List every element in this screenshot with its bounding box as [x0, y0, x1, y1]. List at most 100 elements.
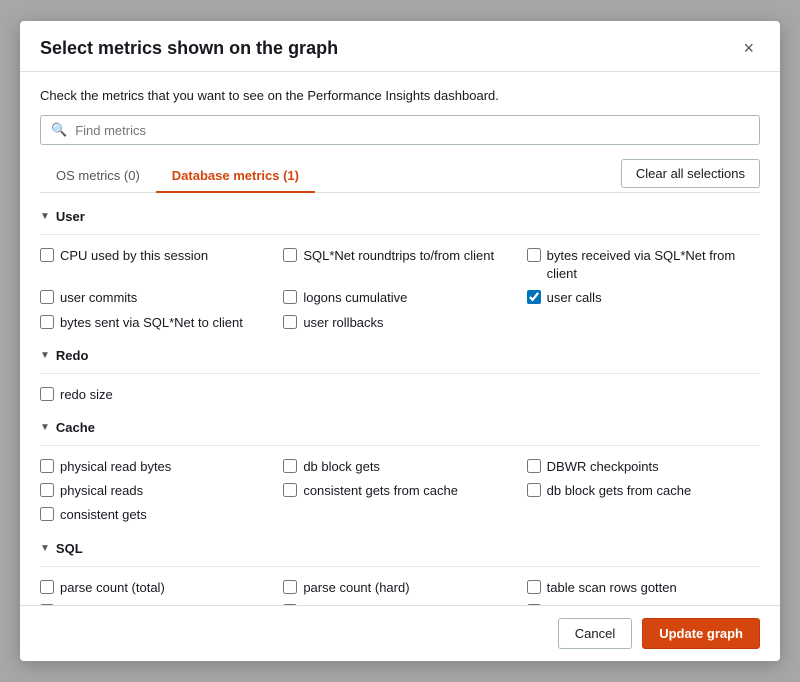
modal-footer: Cancel Update graph	[20, 605, 780, 661]
section-cache-header[interactable]: ▼ Cache	[40, 420, 760, 435]
checkbox-db-block-gets[interactable]	[283, 459, 297, 473]
update-graph-button[interactable]: Update graph	[642, 618, 760, 649]
metric-user-commits[interactable]: user commits	[40, 289, 273, 307]
sql-metrics-grid: parse count (total) parse count (hard) t…	[40, 579, 760, 606]
section-divider	[40, 234, 760, 235]
metric-user-rollbacks[interactable]: user rollbacks	[283, 314, 516, 332]
metric-bytes-received[interactable]: bytes received via SQL*Net from client	[527, 247, 760, 283]
modal-dialog: Select metrics shown on the graph × Chec…	[20, 21, 780, 661]
tab-database-metrics[interactable]: Database metrics (1)	[156, 160, 315, 193]
metric-label-user-calls: user calls	[547, 289, 602, 307]
modal-overlay: Select metrics shown on the graph × Chec…	[0, 0, 800, 682]
checkbox-redo-size[interactable]	[40, 387, 54, 401]
metric-dbwr-checkpoints[interactable]: DBWR checkpoints	[527, 458, 760, 476]
section-redo: ▼ Redo redo size	[40, 348, 760, 404]
metric-label-dbwr-checkpoints: DBWR checkpoints	[547, 458, 659, 476]
section-user: ▼ User CPU used by this session SQL*Net …	[40, 209, 760, 332]
metric-physical-read-bytes[interactable]: physical read bytes	[40, 458, 273, 476]
section-cache-divider	[40, 445, 760, 446]
section-redo-divider	[40, 373, 760, 374]
checkbox-consistent-gets-cache[interactable]	[283, 483, 297, 497]
redo-metrics-grid: redo size	[40, 386, 760, 404]
metric-label-parse-count-total: parse count (total)	[60, 579, 165, 597]
metric-label-bytes-received: bytes received via SQL*Net from client	[547, 247, 760, 283]
cache-metrics-grid: physical read bytes db block gets DBWR c…	[40, 458, 760, 525]
metric-label-user-rollbacks: user rollbacks	[303, 314, 383, 332]
tab-os-metrics[interactable]: OS metrics (0)	[40, 160, 156, 193]
metric-label-bytes-sent: bytes sent via SQL*Net to client	[60, 314, 243, 332]
metric-db-block-gets-cache[interactable]: db block gets from cache	[527, 482, 760, 500]
section-redo-title: Redo	[56, 348, 89, 363]
metric-logons-cumulative[interactable]: logons cumulative	[283, 289, 516, 307]
checkbox-logons-cumulative[interactable]	[283, 290, 297, 304]
metric-label-sqlnet-roundtrips: SQL*Net roundtrips to/from client	[303, 247, 494, 265]
checkbox-parse-count-total[interactable]	[40, 580, 54, 594]
metric-bytes-sent[interactable]: bytes sent via SQL*Net to client	[40, 314, 273, 332]
checkbox-cpu-session[interactable]	[40, 248, 54, 262]
section-user-header[interactable]: ▼ User	[40, 209, 760, 224]
section-sql-divider	[40, 566, 760, 567]
section-user-title: User	[56, 209, 85, 224]
metric-redo-size[interactable]: redo size	[40, 386, 273, 404]
metric-label-redo-size: redo size	[60, 386, 113, 404]
metric-label-table-scan-rows: table scan rows gotten	[547, 579, 677, 597]
empty-cell	[527, 314, 760, 332]
metric-label-consistent-gets-cache: consistent gets from cache	[303, 482, 458, 500]
checkbox-parse-count-hard[interactable]	[283, 580, 297, 594]
metric-label-physical-read-bytes: physical read bytes	[60, 458, 171, 476]
metric-label-cpu-session: CPU used by this session	[60, 247, 208, 265]
user-metrics-grid: CPU used by this session SQL*Net roundtr…	[40, 247, 760, 332]
checkbox-physical-reads[interactable]	[40, 483, 54, 497]
metric-sqlnet-roundtrips[interactable]: SQL*Net roundtrips to/from client	[283, 247, 516, 283]
checkbox-db-block-gets-cache[interactable]	[527, 483, 541, 497]
checkbox-user-calls[interactable]	[527, 290, 541, 304]
checkbox-physical-read-bytes[interactable]	[40, 459, 54, 473]
metric-consistent-gets[interactable]: consistent gets	[40, 506, 273, 524]
cancel-button[interactable]: Cancel	[558, 618, 632, 649]
checkbox-bytes-received[interactable]	[527, 248, 541, 262]
checkbox-table-scan-rows[interactable]	[527, 580, 541, 594]
metric-parse-count-total[interactable]: parse count (total)	[40, 579, 273, 597]
chevron-down-icon: ▼	[40, 211, 50, 222]
checkbox-bytes-sent[interactable]	[40, 315, 54, 329]
metric-label-user-commits: user commits	[60, 289, 137, 307]
modal-header: Select metrics shown on the graph ×	[20, 21, 780, 72]
tab-group: OS metrics (0) Database metrics (1)	[40, 160, 315, 192]
section-sql-title: SQL	[56, 541, 83, 556]
chevron-down-icon-sql: ▼	[40, 543, 50, 554]
metric-consistent-gets-cache[interactable]: consistent gets from cache	[283, 482, 516, 500]
section-cache: ▼ Cache physical read bytes db block get…	[40, 420, 760, 525]
close-button[interactable]: ×	[737, 37, 760, 59]
modal-description: Check the metrics that you want to see o…	[40, 88, 760, 103]
search-input[interactable]	[75, 123, 749, 138]
modal-title: Select metrics shown on the graph	[40, 38, 338, 59]
checkbox-sqlnet-roundtrips[interactable]	[283, 248, 297, 262]
section-cache-title: Cache	[56, 420, 95, 435]
search-box: 🔍	[40, 115, 760, 145]
metric-parse-count-hard[interactable]: parse count (hard)	[283, 579, 516, 597]
section-sql: ▼ SQL parse count (total) parse count (h…	[40, 541, 760, 606]
metric-label-logons-cumulative: logons cumulative	[303, 289, 407, 307]
checkbox-user-commits[interactable]	[40, 290, 54, 304]
metric-label-db-block-gets-cache: db block gets from cache	[547, 482, 692, 500]
metric-db-block-gets[interactable]: db block gets	[283, 458, 516, 476]
modal-body: Check the metrics that you want to see o…	[20, 72, 780, 605]
tabs-row: OS metrics (0) Database metrics (1) Clea…	[40, 159, 760, 193]
metric-label-physical-reads: physical reads	[60, 482, 143, 500]
metric-label-consistent-gets: consistent gets	[60, 506, 147, 524]
checkbox-dbwr-checkpoints[interactable]	[527, 459, 541, 473]
checkbox-user-rollbacks[interactable]	[283, 315, 297, 329]
clear-all-button[interactable]: Clear all selections	[621, 159, 760, 188]
metric-table-scan-rows[interactable]: table scan rows gotten	[527, 579, 760, 597]
section-redo-header[interactable]: ▼ Redo	[40, 348, 760, 363]
metric-cpu-session[interactable]: CPU used by this session	[40, 247, 273, 283]
section-sql-header[interactable]: ▼ SQL	[40, 541, 760, 556]
chevron-down-icon-cache: ▼	[40, 422, 50, 433]
search-icon: 🔍	[51, 122, 67, 138]
metric-label-parse-count-hard: parse count (hard)	[303, 579, 409, 597]
chevron-down-icon-redo: ▼	[40, 350, 50, 361]
metric-user-calls[interactable]: user calls	[527, 289, 760, 307]
metric-label-db-block-gets: db block gets	[303, 458, 380, 476]
checkbox-consistent-gets[interactable]	[40, 507, 54, 521]
metric-physical-reads[interactable]: physical reads	[40, 482, 273, 500]
